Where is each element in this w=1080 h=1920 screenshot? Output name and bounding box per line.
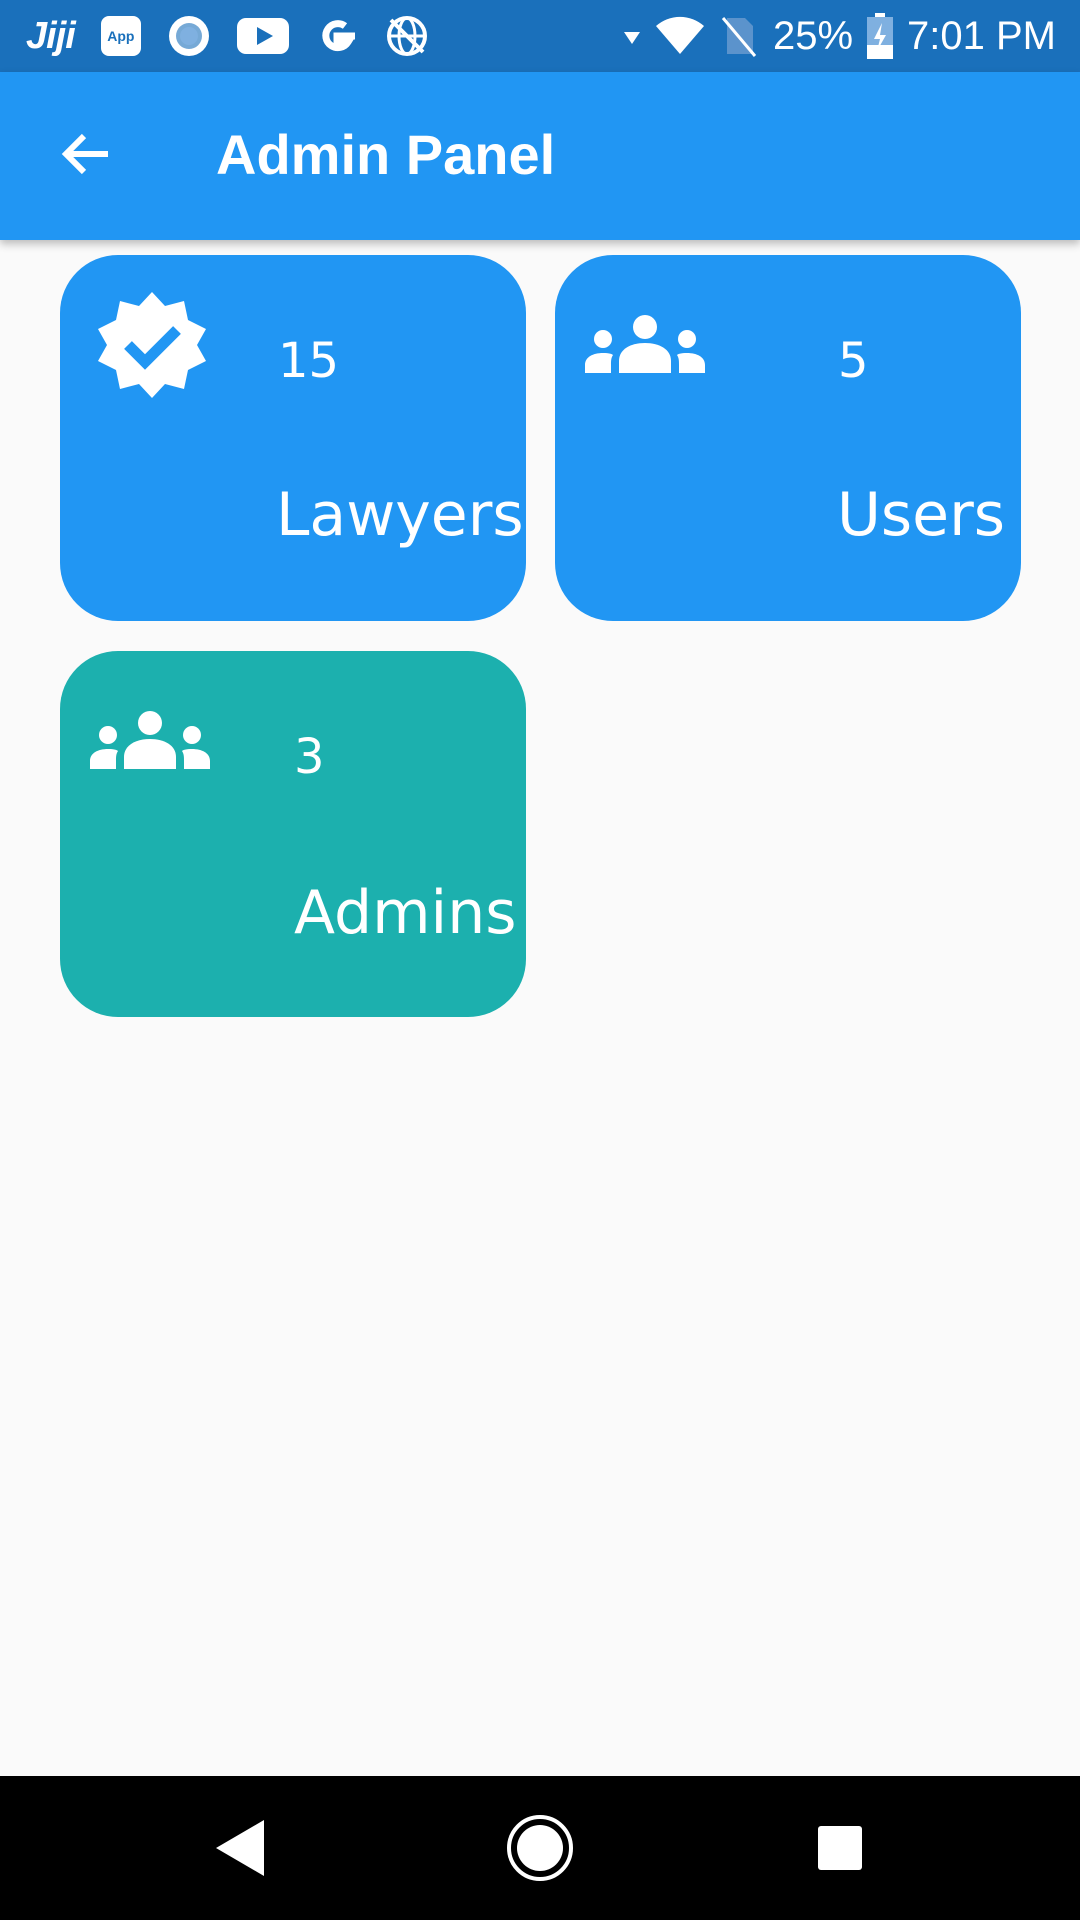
status-system: 25% 7:01 PM <box>623 8 1056 64</box>
wifi-icon <box>655 16 705 56</box>
lawyers-count: 15 <box>278 333 340 389</box>
nav-recents-icon <box>816 1824 864 1877</box>
app-icon: App <box>100 16 141 56</box>
system-nav-bar <box>0 1776 1080 1920</box>
admins-count: 3 <box>294 729 325 785</box>
app-bar: Admin Panel <box>0 72 1080 240</box>
vpn-globe-icon <box>385 14 429 58</box>
admins-label: Admins <box>294 878 517 948</box>
lawyers-label: Lawyers <box>276 480 524 550</box>
nav-back-icon <box>212 1818 268 1883</box>
google-icon <box>315 14 359 58</box>
groups-icon <box>90 709 210 773</box>
lawyers-card[interactable]: 15 Lawyers <box>60 255 526 621</box>
record-icon <box>167 14 211 58</box>
users-label: Users <box>837 480 1006 550</box>
no-sim-icon <box>719 14 759 58</box>
data-arrows-icon <box>623 26 641 46</box>
clock: 7:01 PM <box>907 13 1056 58</box>
back-button[interactable] <box>42 112 130 200</box>
nav-home-button[interactable] <box>496 1806 584 1894</box>
battery-charging-icon <box>867 13 894 59</box>
arrow-back-icon <box>58 126 114 187</box>
nav-recents-button[interactable] <box>796 1806 884 1894</box>
verified-badge-icon <box>96 289 208 401</box>
users-count: 5 <box>838 333 869 389</box>
nav-home-icon <box>505 1813 575 1888</box>
groups-icon <box>585 313 705 377</box>
page-title: Admin Panel <box>216 123 556 186</box>
battery-level: 25% <box>772 13 854 58</box>
nav-back-button[interactable] <box>196 1806 284 1894</box>
jiji-icon: Jiji <box>26 14 76 57</box>
status-notifications: Jiji App <box>26 8 429 64</box>
users-card[interactable]: 5 Users <box>555 255 1021 621</box>
admins-card[interactable]: 3 Admins <box>60 651 526 1017</box>
status-bar: Jiji App 25% 7:01 PM <box>0 0 1080 72</box>
youtube-icon <box>236 18 289 54</box>
